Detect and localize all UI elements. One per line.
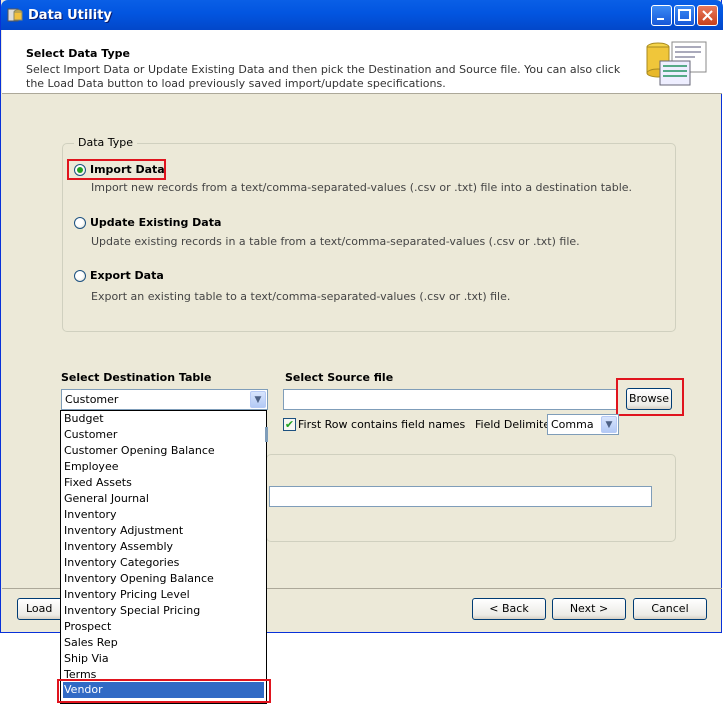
dropdown-item[interactable]: Customer Opening Balance bbox=[63, 443, 264, 459]
dropdown-item[interactable]: Inventory Opening Balance bbox=[63, 571, 264, 587]
destination-table-dropdown[interactable]: Budget Customer Customer Opening Balance… bbox=[60, 410, 267, 704]
dropdown-item[interactable]: Ship Via bbox=[63, 651, 264, 667]
back-button[interactable]: < Back bbox=[472, 598, 546, 620]
dropdown-item[interactable]: Sales Rep bbox=[63, 635, 264, 651]
destination-table-label: Select Destination Table bbox=[61, 371, 212, 384]
dropdown-item[interactable]: Customer bbox=[63, 427, 264, 443]
close-button[interactable] bbox=[697, 5, 718, 26]
dropdown-item[interactable]: Prospect bbox=[63, 619, 264, 635]
export-data-label[interactable]: Export Data bbox=[90, 269, 164, 282]
dropdown-item[interactable]: Fixed Assets bbox=[63, 475, 264, 491]
source-file-label: Select Source file bbox=[285, 371, 394, 384]
destination-table-select[interactable]: Customer ▼ bbox=[61, 389, 268, 410]
title-bar[interactable]: Data Utility bbox=[1, 0, 723, 30]
page-title: Select Data Type bbox=[26, 47, 130, 60]
dropdown-item[interactable]: Inventory Special Pricing bbox=[63, 603, 264, 619]
maximize-icon bbox=[678, 9, 691, 21]
page-description: Select Import Data or Update Existing Da… bbox=[26, 63, 621, 90]
update-existing-data-label[interactable]: Update Existing Data bbox=[90, 216, 221, 229]
minimize-icon bbox=[657, 18, 664, 20]
minimize-button[interactable] bbox=[651, 5, 672, 26]
first-row-checkbox[interactable]: ✔ bbox=[283, 418, 296, 431]
cancel-button[interactable]: Cancel bbox=[633, 598, 707, 620]
field-delimiter-select[interactable]: Comma ▼ bbox=[547, 414, 619, 435]
field-delimiter-label: Field Delimiter bbox=[475, 418, 555, 431]
dropdown-item[interactable]: Inventory Assembly bbox=[63, 539, 264, 555]
export-data-radio[interactable] bbox=[74, 270, 86, 282]
dropdown-item[interactable]: Budget bbox=[63, 411, 264, 427]
maximize-button[interactable] bbox=[674, 5, 695, 26]
dropdown-item[interactable]: Inventory Categories bbox=[63, 555, 264, 571]
browse-highlight bbox=[616, 378, 684, 416]
database-icon bbox=[646, 41, 707, 86]
chevron-down-icon[interactable]: ▼ bbox=[250, 391, 266, 408]
close-icon bbox=[702, 10, 713, 21]
wizard-header: Select Data Type Select Import Data or U… bbox=[2, 30, 722, 94]
window-title: Data Utility bbox=[28, 8, 112, 23]
dropdown-item[interactable]: Inventory Pricing Level bbox=[63, 587, 264, 603]
import-data-highlight bbox=[67, 159, 166, 180]
destination-table-value: Customer bbox=[65, 393, 119, 406]
dropdown-item[interactable]: Inventory bbox=[63, 507, 264, 523]
field-delimiter-value: Comma bbox=[551, 418, 594, 431]
source-file-input[interactable] bbox=[283, 389, 617, 410]
dropdown-scrollbar-thumb[interactable] bbox=[265, 427, 268, 442]
dropdown-item[interactable]: Inventory Adjustment bbox=[63, 523, 264, 539]
chevron-down-icon[interactable]: ▼ bbox=[601, 416, 617, 433]
update-existing-data-radio[interactable] bbox=[74, 217, 86, 229]
vendor-highlight bbox=[57, 679, 271, 703]
update-existing-data-description: Update existing records in a table from … bbox=[91, 235, 580, 248]
export-data-description: Export an existing table to a text/comma… bbox=[91, 290, 511, 303]
specification-input[interactable] bbox=[269, 486, 652, 507]
app-icon bbox=[7, 8, 23, 22]
import-data-description: Import new records from a text/comma-sep… bbox=[91, 181, 633, 194]
dropdown-item[interactable]: General Journal bbox=[63, 491, 264, 507]
data-type-legend: Data Type bbox=[74, 136, 138, 149]
dropdown-item[interactable]: Employee bbox=[63, 459, 264, 475]
next-button[interactable]: Next > bbox=[552, 598, 626, 620]
first-row-label[interactable]: First Row contains field names bbox=[298, 418, 465, 431]
